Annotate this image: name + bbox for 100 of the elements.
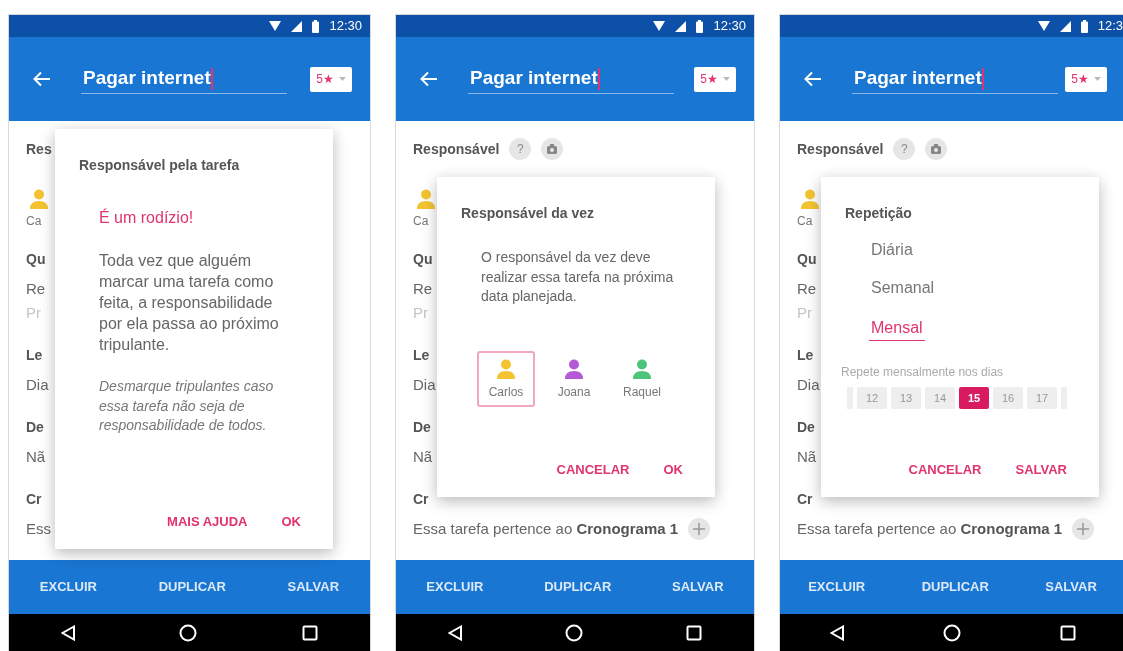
field-hint: Pr [797,303,812,323]
title-input[interactable]: Pagar internet [852,64,1058,94]
day-chip[interactable]: 15 [959,387,989,409]
schedule-text: Essa tarefa pertence ao Cronograma 1 [413,519,679,539]
camera-icon [547,144,558,154]
schedule-text: Essa tarefa pertence ao Cronograma 1 [797,519,1063,539]
camera-button[interactable] [541,138,564,160]
field-value: Nã [26,447,46,467]
section-label: De [413,418,431,437]
section-label: De [797,418,815,437]
back-icon[interactable] [829,624,844,641]
dialog-button[interactable]: CANCELAR [554,455,632,483]
section-label: Le [797,346,814,365]
camera-button[interactable] [925,138,948,160]
rating-dropdown[interactable]: 5★ [310,66,352,92]
field-value: Dia [26,375,49,395]
days-label: Repete mensalmente nos dias [841,364,1005,381]
bottom-bar-button[interactable]: EXCLUIR [420,576,490,598]
section-label: Qu [797,250,817,269]
dialog-text: Toda vez que alguém marcar uma tarefa como feita, a responsabilidade por ela passa ao próximo tripulante. [99,251,280,355]
field-hint: Pr [26,303,41,323]
day-chip[interactable]: 13 [891,387,921,409]
dialog-button[interactable]: OK [661,455,685,483]
section-label: Responsável [797,140,884,159]
wifi-icon [653,21,666,31]
person-name: Ca [26,213,42,229]
person-option[interactable]: Carlos [477,350,535,407]
section-label: Cr [413,490,429,509]
section-label: Qu [26,250,46,269]
bottom-bar-button[interactable]: DUPLICAR [538,576,618,598]
bottom-bar-button[interactable]: SALVAR [666,576,730,598]
caret-icon [723,77,730,81]
rating-dropdown[interactable]: 5★ [1065,66,1107,92]
field-value: Nã [413,447,433,467]
title-input[interactable]: Pagar internet [468,64,674,94]
camera-icon [931,144,942,154]
recents-icon[interactable] [1059,624,1076,641]
repeat-option[interactable]: Semanal [869,276,937,300]
bottom-bar-button[interactable]: EXCLUIR [33,576,103,598]
battery-icon [312,19,320,33]
dialog-text: O responsável da vez deve realizar essa tarefa na próxima data planejada. [481,248,675,306]
recents-icon[interactable] [686,624,703,641]
dialog-button[interactable]: SALVAR [1013,455,1069,483]
dialog-button[interactable]: OK [279,507,303,535]
battery-icon [696,19,704,33]
battery-icon [1080,19,1088,33]
dialog-button[interactable]: CANCELAR [906,455,984,483]
home-icon[interactable] [179,623,198,642]
dialog-title: Repetição [845,204,913,223]
section-label: De [26,418,44,437]
field-value: Re [413,279,433,299]
status-time: 12:30 [713,17,746,36]
dialog-button[interactable]: MAIS AJUDA [165,507,250,535]
wifi-icon [1037,21,1050,31]
section-label: Responsável [413,140,500,159]
repeat-option[interactable]: Mensal [869,316,925,341]
field-value: Nã [797,447,817,467]
bottom-bar-button[interactable]: EXCLUIR [802,576,872,598]
day-chip[interactable]: 17 [1027,387,1057,409]
home-icon[interactable] [565,623,583,642]
status-time: 12:3 [1097,17,1123,36]
repeat-option[interactable]: Diária [869,238,915,262]
help-button[interactable]: ? [509,138,532,160]
help-button[interactable]: ? [893,138,916,160]
status-time: 12:30 [329,17,362,36]
back-icon[interactable] [447,624,462,641]
back-arrow-icon[interactable] [804,71,822,87]
recents-icon[interactable] [301,624,318,641]
home-icon[interactable] [942,623,961,642]
person-name: Ca [797,213,813,229]
highlight-text: É um rodízio! [99,207,195,228]
bottom-bar-button[interactable]: DUPLICAR [152,576,232,598]
signal-icon [1059,20,1071,32]
section-label: Cr [26,490,42,509]
signal-icon [291,20,303,32]
person-option[interactable]: Joana [545,350,603,407]
back-arrow-icon[interactable] [420,71,438,87]
bottom-bar-button[interactable]: DUPLICAR [915,576,995,598]
section-label: Cr [797,490,813,509]
caret-icon [339,77,346,81]
back-arrow-icon[interactable] [33,71,51,87]
day-chip[interactable]: 14 [925,387,955,409]
section-label: Le [413,346,430,365]
bottom-bar-button[interactable]: SALVAR [1039,576,1103,598]
field-value: Re [797,279,817,299]
field-value: Ess [26,519,51,539]
caret-icon [1094,77,1101,81]
person-option[interactable]: Raquel [613,350,671,407]
field-value: Dia [413,375,436,395]
dialog-title: Responsável pela tarefa [79,156,241,175]
day-chip[interactable]: 16 [993,387,1023,409]
field-value: Re [26,279,46,299]
title-input[interactable]: Pagar internet [81,64,287,94]
day-chip[interactable]: 12 [857,387,887,409]
person-name: Ca [413,213,429,229]
signal-icon [675,20,687,32]
rating-dropdown[interactable]: 5★ [694,66,736,92]
dialog-note: Desmarque tripulantes caso essa tarefa não seja de responsabilidade de todos. [99,377,275,435]
bottom-bar-button[interactable]: SALVAR [281,576,346,598]
back-icon[interactable] [61,624,76,641]
